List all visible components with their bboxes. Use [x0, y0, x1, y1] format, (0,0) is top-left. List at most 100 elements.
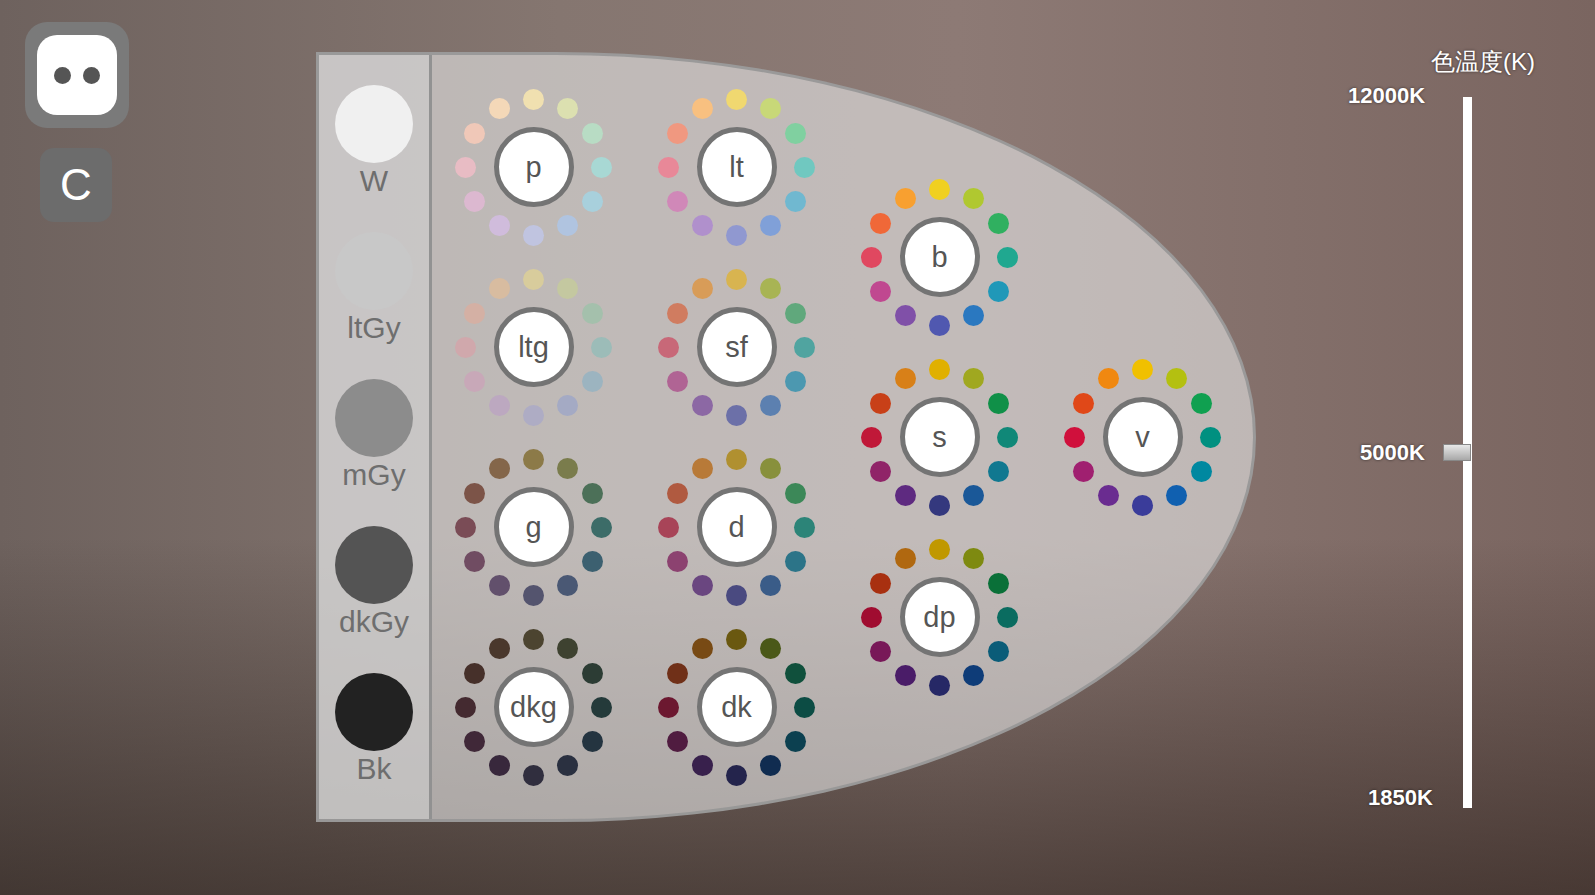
color-dot[interactable] [785, 483, 806, 504]
color-dot[interactable] [785, 731, 806, 752]
color-dot[interactable] [667, 191, 688, 212]
color-dot[interactable] [726, 585, 747, 606]
color-dot[interactable] [861, 607, 882, 628]
color-dot[interactable] [489, 98, 510, 119]
color-dot[interactable] [692, 278, 713, 299]
gray-swatch[interactable] [335, 85, 413, 163]
color-dot[interactable] [785, 551, 806, 572]
color-dot[interactable] [997, 427, 1018, 448]
color-dot[interactable] [582, 663, 603, 684]
color-dot[interactable] [929, 675, 950, 696]
color-dot[interactable] [1191, 393, 1212, 414]
color-dot[interactable] [760, 458, 781, 479]
color-dot[interactable] [464, 123, 485, 144]
color-dot[interactable] [489, 638, 510, 659]
color-dot[interactable] [794, 157, 815, 178]
color-dot[interactable] [1073, 393, 1094, 414]
color-dot[interactable] [591, 697, 612, 718]
tone-button[interactable]: b [900, 217, 980, 297]
color-dot[interactable] [895, 368, 916, 389]
color-dot[interactable] [963, 485, 984, 506]
color-dot[interactable] [464, 371, 485, 392]
color-dot[interactable] [929, 359, 950, 380]
color-dot[interactable] [523, 269, 544, 290]
color-dot[interactable] [582, 731, 603, 752]
color-dot[interactable] [692, 395, 713, 416]
color-dot[interactable] [794, 697, 815, 718]
color-dot[interactable] [557, 458, 578, 479]
color-dot[interactable] [591, 157, 612, 178]
color-dot[interactable] [1098, 368, 1119, 389]
color-dot[interactable] [692, 755, 713, 776]
color-dot[interactable] [455, 697, 476, 718]
color-dot[interactable] [929, 495, 950, 516]
tone-button[interactable]: dk [697, 667, 777, 747]
reset-button[interactable]: C [40, 148, 112, 222]
color-dot[interactable] [1132, 359, 1153, 380]
color-dot[interactable] [692, 98, 713, 119]
color-dot[interactable] [582, 551, 603, 572]
color-dot[interactable] [489, 395, 510, 416]
color-dot[interactable] [455, 157, 476, 178]
gray-chip[interactable]: ltGy [335, 232, 413, 346]
color-dot[interactable] [726, 225, 747, 246]
color-dot[interactable] [726, 449, 747, 470]
tone-button[interactable]: dp [900, 577, 980, 657]
color-dot[interactable] [726, 89, 747, 110]
color-dot[interactable] [455, 337, 476, 358]
color-dot[interactable] [582, 303, 603, 324]
color-dot[interactable] [692, 458, 713, 479]
color-dot[interactable] [667, 123, 688, 144]
color-dot[interactable] [963, 305, 984, 326]
color-dot[interactable] [582, 371, 603, 392]
color-dot[interactable] [861, 427, 882, 448]
color-dot[interactable] [870, 213, 891, 234]
color-dot[interactable] [1098, 485, 1119, 506]
color-dot[interactable] [591, 337, 612, 358]
color-dot[interactable] [1191, 461, 1212, 482]
color-dot[interactable] [489, 458, 510, 479]
color-dot[interactable] [557, 755, 578, 776]
color-dot[interactable] [726, 405, 747, 426]
color-dot[interactable] [760, 755, 781, 776]
color-dot[interactable] [582, 483, 603, 504]
gray-chip[interactable]: dkGy [335, 526, 413, 640]
color-dot[interactable] [658, 337, 679, 358]
color-dot[interactable] [988, 393, 1009, 414]
color-dot[interactable] [895, 485, 916, 506]
color-dot[interactable] [794, 337, 815, 358]
color-dot[interactable] [760, 98, 781, 119]
color-dot[interactable] [667, 731, 688, 752]
color-dot[interactable] [870, 573, 891, 594]
tone-button[interactable]: s [900, 397, 980, 477]
color-dot[interactable] [557, 215, 578, 236]
color-dot[interactable] [785, 303, 806, 324]
color-dot[interactable] [760, 395, 781, 416]
color-dot[interactable] [658, 157, 679, 178]
color-dot[interactable] [1200, 427, 1221, 448]
color-dot[interactable] [726, 629, 747, 650]
color-dot[interactable] [667, 551, 688, 572]
color-dot[interactable] [455, 517, 476, 538]
color-dot[interactable] [523, 585, 544, 606]
color-dot[interactable] [785, 371, 806, 392]
color-dot[interactable] [557, 575, 578, 596]
color-dot[interactable] [963, 188, 984, 209]
color-dot[interactable] [760, 215, 781, 236]
tone-button[interactable]: lt [697, 127, 777, 207]
color-dot[interactable] [870, 641, 891, 662]
color-dot[interactable] [929, 315, 950, 336]
color-dot[interactable] [557, 278, 578, 299]
color-dot[interactable] [464, 551, 485, 572]
app-button[interactable] [25, 22, 129, 128]
color-dot[interactable] [489, 755, 510, 776]
color-dot[interactable] [988, 573, 1009, 594]
gray-swatch[interactable] [335, 673, 413, 751]
gray-chip[interactable]: W [335, 85, 413, 199]
color-dot[interactable] [523, 89, 544, 110]
color-dot[interactable] [464, 303, 485, 324]
color-dot[interactable] [464, 483, 485, 504]
tone-button[interactable]: g [494, 487, 574, 567]
color-dot[interactable] [760, 638, 781, 659]
color-dot[interactable] [1073, 461, 1094, 482]
